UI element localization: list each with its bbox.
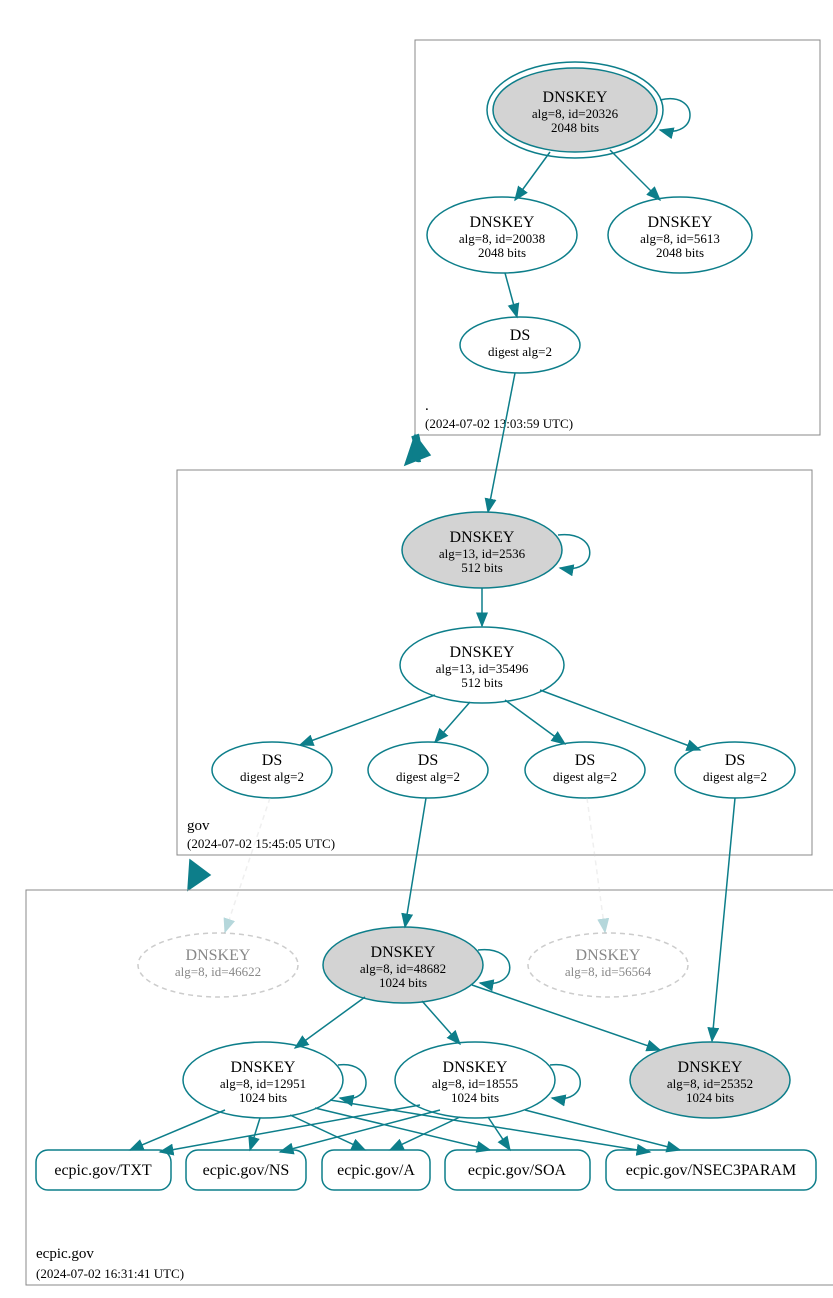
zone-arrow-gov-ecpic bbox=[188, 860, 210, 890]
svg-text:512 bits: 512 bits bbox=[461, 560, 503, 575]
svg-text:DNSKEY: DNSKEY bbox=[371, 944, 436, 961]
svg-text:2048 bits: 2048 bits bbox=[656, 245, 704, 260]
svg-text:DNSKEY: DNSKEY bbox=[576, 947, 641, 964]
svg-text:alg=8, id=20038: alg=8, id=20038 bbox=[459, 231, 545, 246]
node-gov-ds2: DS digest alg=2 bbox=[368, 742, 488, 798]
svg-text:2048 bits: 2048 bits bbox=[478, 245, 526, 260]
svg-text:ecpic.gov/SOA: ecpic.gov/SOA bbox=[468, 1162, 567, 1179]
edge-root-ksk-self bbox=[660, 99, 690, 132]
edge-govzsk-ds3 bbox=[505, 700, 565, 744]
svg-text:alg=8, id=20326: alg=8, id=20326 bbox=[532, 106, 619, 121]
svg-text:DS: DS bbox=[510, 327, 530, 344]
svg-text:alg=8, id=46622: alg=8, id=46622 bbox=[175, 964, 261, 979]
node-root-ksk: DNSKEY alg=8, id=20326 2048 bits bbox=[487, 62, 663, 158]
edge-zsk1-ds bbox=[505, 273, 517, 317]
edge-ds1-d1 bbox=[225, 798, 270, 932]
edge-ds2-ksk bbox=[405, 798, 426, 927]
svg-text:DS: DS bbox=[725, 752, 745, 769]
svg-text:DNSKEY: DNSKEY bbox=[470, 214, 535, 231]
edge-rootksk-zsk2 bbox=[610, 150, 660, 200]
zone-gov-label: gov bbox=[187, 818, 210, 834]
svg-text:alg=8, id=12951: alg=8, id=12951 bbox=[220, 1076, 306, 1091]
edge-ds4-ksk2 bbox=[712, 798, 735, 1041]
node-ecpic-dashed1: DNSKEY alg=8, id=46622 bbox=[138, 933, 298, 997]
svg-text:alg=8, id=56564: alg=8, id=56564 bbox=[565, 964, 652, 979]
edge-ksk-zsk2 bbox=[422, 1001, 460, 1044]
node-root-zsk2: DNSKEY alg=8, id=5613 2048 bits bbox=[608, 197, 752, 273]
edge-govzsk-ds4 bbox=[540, 690, 700, 750]
zone-ecpic-label: ecpic.gov bbox=[36, 1246, 94, 1262]
svg-text:alg=8, id=5613: alg=8, id=5613 bbox=[640, 231, 720, 246]
svg-text:DS: DS bbox=[575, 752, 595, 769]
svg-text:ecpic.gov/NS: ecpic.gov/NS bbox=[203, 1162, 290, 1179]
svg-text:digest alg=2: digest alg=2 bbox=[553, 769, 617, 784]
edge-govzsk-ds2 bbox=[435, 702, 470, 742]
edge-govksk-self bbox=[558, 535, 590, 569]
svg-text:alg=8, id=25352: alg=8, id=25352 bbox=[667, 1076, 753, 1091]
svg-text:1024 bits: 1024 bits bbox=[451, 1090, 499, 1105]
node-ecpic-zsk1: DNSKEY alg=8, id=12951 1024 bits bbox=[183, 1042, 343, 1118]
svg-text:digest alg=2: digest alg=2 bbox=[488, 344, 552, 359]
node-ecpic-zsk2: DNSKEY alg=8, id=18555 1024 bits bbox=[395, 1042, 555, 1118]
svg-text:1024 bits: 1024 bits bbox=[239, 1090, 287, 1105]
svg-text:1024 bits: 1024 bits bbox=[686, 1090, 734, 1105]
edge-ksk-zsk1 bbox=[295, 997, 365, 1048]
edge-rootksk-zsk1 bbox=[515, 152, 550, 200]
node-gov-ksk: DNSKEY alg=13, id=2536 512 bits bbox=[402, 512, 562, 588]
node-ecpic-dashed2: DNSKEY alg=8, id=56564 bbox=[528, 933, 688, 997]
zone-gov-time: (2024-07-02 15:45:05 UTC) bbox=[187, 836, 335, 851]
svg-text:DS: DS bbox=[262, 752, 282, 769]
svg-text:DNSKEY: DNSKEY bbox=[186, 947, 251, 964]
record-ns: ecpic.gov/NS bbox=[186, 1150, 306, 1190]
svg-text:ecpic.gov/NSEC3PARAM: ecpic.gov/NSEC3PARAM bbox=[626, 1162, 797, 1179]
svg-text:alg=8, id=18555: alg=8, id=18555 bbox=[432, 1076, 518, 1091]
record-a: ecpic.gov/A bbox=[322, 1150, 430, 1190]
svg-text:alg=13, id=2536: alg=13, id=2536 bbox=[439, 546, 526, 561]
svg-text:2048 bits: 2048 bits bbox=[551, 120, 599, 135]
svg-text:DNSKEY: DNSKEY bbox=[450, 529, 515, 546]
svg-text:DNSKEY: DNSKEY bbox=[678, 1059, 743, 1076]
svg-text:512 bits: 512 bits bbox=[461, 675, 503, 690]
node-gov-ds4: DS digest alg=2 bbox=[675, 742, 795, 798]
svg-text:digest alg=2: digest alg=2 bbox=[240, 769, 304, 784]
node-gov-ds3: DS digest alg=2 bbox=[525, 742, 645, 798]
svg-text:ecpic.gov/A: ecpic.gov/A bbox=[337, 1162, 415, 1179]
svg-text:alg=8, id=48682: alg=8, id=48682 bbox=[360, 961, 446, 976]
svg-text:digest alg=2: digest alg=2 bbox=[703, 769, 767, 784]
dnssec-diagram: . (2024-07-02 13:03:59 UTC) DNSKEY alg=8… bbox=[10, 10, 833, 1288]
svg-text:DNSKEY: DNSKEY bbox=[443, 1059, 508, 1076]
node-gov-zsk: DNSKEY alg=13, id=35496 512 bits bbox=[400, 627, 564, 703]
record-soa: ecpic.gov/SOA bbox=[445, 1150, 590, 1190]
svg-text:alg=13, id=35496: alg=13, id=35496 bbox=[436, 661, 529, 676]
record-txt: ecpic.gov/TXT bbox=[36, 1150, 171, 1190]
svg-text:DNSKEY: DNSKEY bbox=[543, 89, 608, 106]
zone-root-time: (2024-07-02 13:03:59 UTC) bbox=[425, 416, 573, 431]
svg-text:DNSKEY: DNSKEY bbox=[648, 214, 713, 231]
node-ecpic-ksk: DNSKEY alg=8, id=48682 1024 bits bbox=[323, 927, 483, 1003]
node-gov-ds1: DS digest alg=2 bbox=[212, 742, 332, 798]
node-root-ds: DS digest alg=2 bbox=[460, 317, 580, 373]
edge-govzsk-ds1 bbox=[300, 695, 435, 745]
node-ecpic-ksk2: DNSKEY alg=8, id=25352 1024 bits bbox=[630, 1042, 790, 1118]
svg-text:1024 bits: 1024 bits bbox=[379, 975, 427, 990]
svg-text:digest alg=2: digest alg=2 bbox=[396, 769, 460, 784]
svg-text:DNSKEY: DNSKEY bbox=[450, 644, 515, 661]
svg-text:DS: DS bbox=[418, 752, 438, 769]
zone-root-label: . bbox=[425, 398, 429, 414]
zone-ecpic-time: (2024-07-02 16:31:41 UTC) bbox=[36, 1266, 184, 1281]
record-nsec3: ecpic.gov/NSEC3PARAM bbox=[606, 1150, 816, 1190]
edge-rootds-govksk bbox=[488, 373, 515, 512]
svg-text:ecpic.gov/TXT: ecpic.gov/TXT bbox=[54, 1162, 152, 1179]
edge-ds3-d2 bbox=[587, 798, 605, 932]
node-root-zsk1: DNSKEY alg=8, id=20038 2048 bits bbox=[427, 197, 577, 273]
svg-text:DNSKEY: DNSKEY bbox=[231, 1059, 296, 1076]
